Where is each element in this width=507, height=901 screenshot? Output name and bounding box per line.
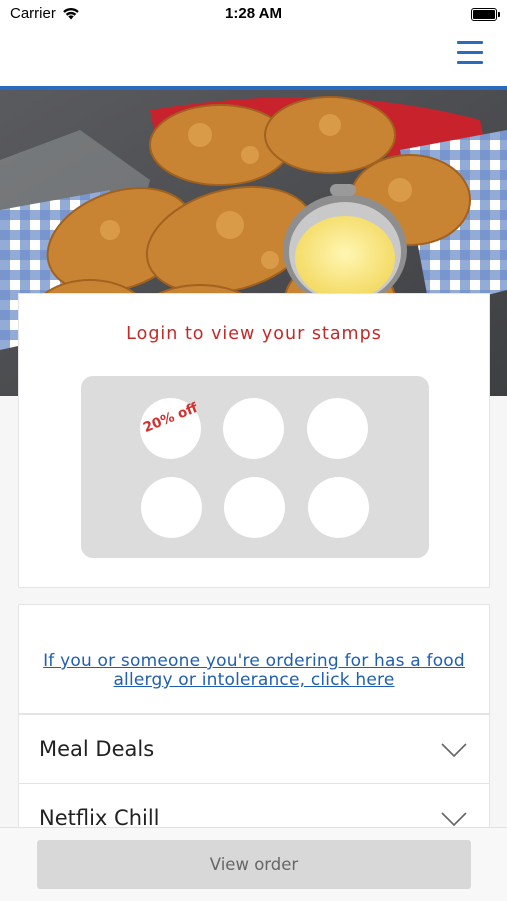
- chevron-down-icon: [441, 812, 467, 826]
- stamp-slot: [223, 398, 284, 459]
- stamp-grid: 20% off: [81, 376, 429, 558]
- stamp-reward-label: 20% off: [140, 399, 201, 437]
- battery-icon: [471, 8, 500, 21]
- view-order-button[interactable]: View order: [37, 840, 471, 889]
- status-bar: Carrier 1:28 AM: [0, 0, 507, 30]
- stamp-slot: [141, 477, 202, 538]
- section-meal-deals[interactable]: Meal Deals: [18, 714, 490, 784]
- chevron-down-icon: [441, 743, 467, 757]
- section-label: Meal Deals: [39, 737, 155, 761]
- stamp-slot: [224, 477, 285, 538]
- allergy-card: If you or someone you're ordering for ha…: [18, 604, 490, 714]
- stamp-slot: [307, 398, 368, 459]
- nav-bar: [0, 30, 507, 90]
- stamp-card-title: Login to view your stamps: [126, 324, 382, 344]
- hamburger-menu-icon[interactable]: [457, 41, 483, 65]
- stamp-card: Login to view your stamps 20% off: [18, 293, 490, 588]
- bottom-bar: View order: [0, 827, 507, 901]
- clock: 1:28 AM: [225, 5, 282, 22]
- stamp-slot: [308, 477, 369, 538]
- stamp-reward: 20% off: [140, 398, 201, 459]
- allergy-info-link[interactable]: If you or someone you're ordering for ha…: [43, 652, 465, 690]
